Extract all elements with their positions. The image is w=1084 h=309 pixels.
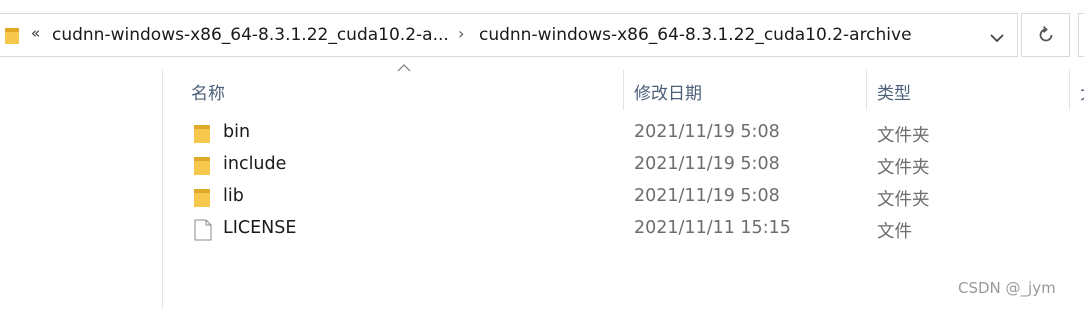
column-header-date-modified[interactable]: 修改日期 (624, 70, 867, 110)
file-row-include[interactable]: include 2021/11/19 5:08 文件夹 (190, 149, 1070, 181)
file-type: 文件 (877, 222, 912, 242)
refresh-button[interactable] (1021, 13, 1070, 57)
breadcrumb-current[interactable]: cudnn-windows-x86_64-8.3.1.22_cuda10.2-a… (479, 25, 912, 45)
folder-icon (5, 26, 19, 48)
file-name: LICENSE (223, 218, 297, 238)
file-type: 文件夹 (877, 126, 930, 146)
column-header-size-label: 大 (1080, 79, 1084, 104)
file-name: lib (223, 186, 244, 206)
address-bar[interactable]: « cudnn-windows-x86_64-8.3.1.22_cuda10.2… (0, 13, 1018, 57)
breadcrumb-parent[interactable]: cudnn-windows-x86_64-8.3.1.22_cuda10.2-a… (52, 25, 449, 45)
file-date: 2021/11/11 15:15 (634, 218, 791, 238)
breadcrumb-separator-chevron-icon[interactable]: › (458, 24, 464, 43)
chevron-down-icon[interactable] (989, 29, 1005, 48)
column-header-date-label: 修改日期 (634, 84, 702, 104)
file-type: 文件夹 (877, 158, 930, 178)
breadcrumb-overflow-button[interactable]: « (31, 24, 40, 42)
folder-icon (194, 155, 210, 179)
file-row-license[interactable]: LICENSE 2021/11/11 15:15 文件 (190, 213, 1070, 245)
watermark: CSDN @_jym (958, 279, 1056, 297)
file-date: 2021/11/19 5:08 (634, 154, 780, 174)
column-header-size[interactable]: 大 (1070, 70, 1084, 110)
file-row-lib[interactable]: lib 2021/11/19 5:08 文件夹 (190, 181, 1070, 213)
file-date: 2021/11/19 5:08 (634, 122, 780, 142)
column-headers: 名称 修改日期 类型 大 (163, 70, 1084, 110)
column-header-type-label: 类型 (877, 84, 911, 104)
folder-icon (194, 123, 210, 147)
file-icon (194, 219, 212, 245)
navigation-pane[interactable] (0, 70, 163, 309)
folder-icon (194, 187, 210, 211)
column-header-name-label: 名称 (191, 84, 225, 104)
file-type: 文件夹 (877, 190, 930, 210)
file-name: include (223, 154, 287, 174)
file-date: 2021/11/19 5:08 (634, 186, 780, 206)
refresh-icon (1039, 26, 1053, 42)
file-name: bin (223, 122, 251, 142)
search-box[interactable] (1078, 13, 1084, 57)
column-header-name[interactable]: 名称 (163, 70, 624, 110)
file-row-bin[interactable]: bin 2021/11/19 5:08 文件夹 (190, 117, 1070, 149)
column-header-type[interactable]: 类型 (867, 70, 1070, 110)
address-toolbar: « cudnn-windows-x86_64-8.3.1.22_cuda10.2… (0, 0, 1084, 70)
